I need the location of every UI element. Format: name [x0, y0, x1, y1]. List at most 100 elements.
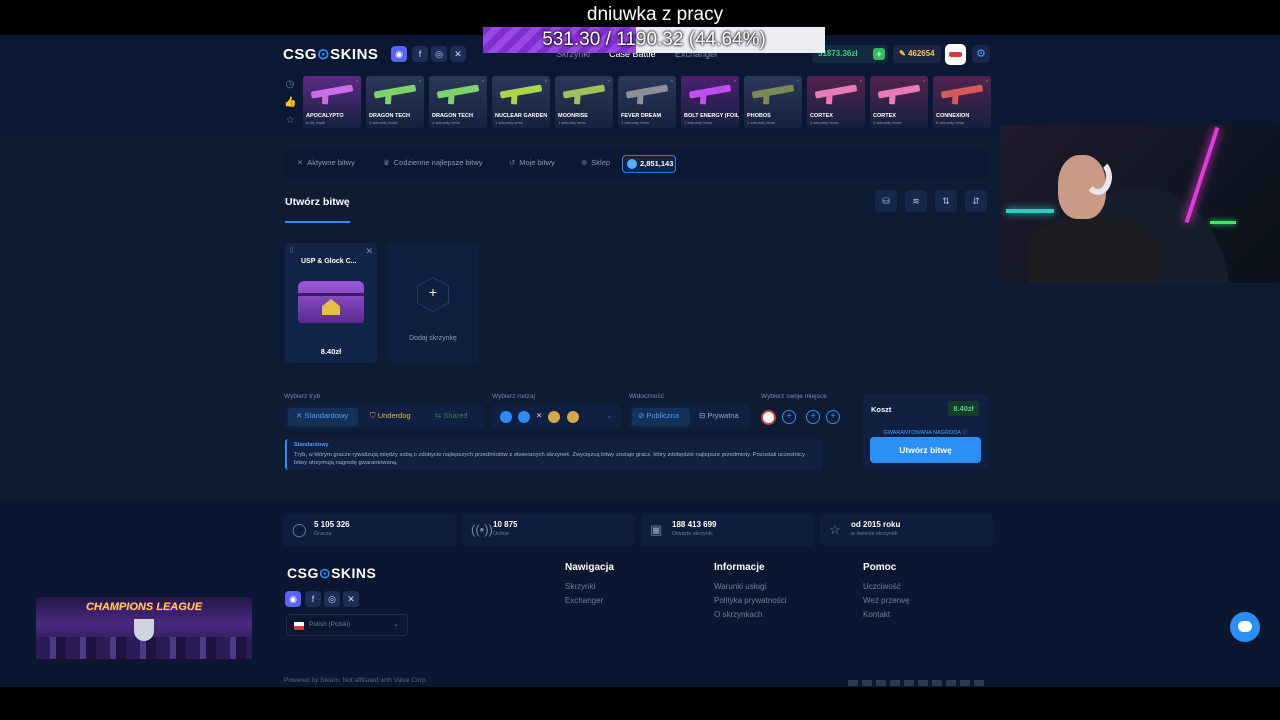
- live-drop-item[interactable]: ▫ NUCLEAR GARDEN 1 sekundy temu: [492, 76, 550, 128]
- discord-icon[interactable]: ◉: [285, 591, 301, 607]
- mode-underdog[interactable]: ⛉ Underdog: [370, 411, 411, 421]
- mode-description: Standardowy Tryb, w którym gracze rywali…: [285, 439, 823, 470]
- drop-name: DRAGON TECH: [432, 113, 473, 119]
- my-seat-avatar[interactable]: [761, 410, 776, 425]
- add-case-button[interactable]: + Dodaj skrzynkę: [387, 243, 479, 363]
- live-drop-item[interactable]: ▫ FEVER DREAM 1 sekundy temu: [618, 76, 676, 128]
- footer-link-about-cases[interactable]: O skrzynkach: [714, 610, 762, 619]
- user-avatar[interactable]: [945, 44, 966, 65]
- footer-link-contact[interactable]: Kontakt: [863, 610, 890, 619]
- seat-3-button[interactable]: +: [806, 410, 820, 424]
- footer-link-exchanger[interactable]: Exchanger: [565, 596, 603, 605]
- live-drop-item[interactable]: ▫ CORTEX 1 sekundy temu: [807, 76, 865, 128]
- webcam-overlay: [1000, 125, 1280, 283]
- sort-asc-icon[interactable]: ⇅: [935, 190, 957, 212]
- plus-icon: +: [428, 284, 438, 300]
- x-icon[interactable]: ✕: [450, 46, 466, 62]
- drop-time: 1 sekundy temu: [495, 120, 524, 125]
- sort-desc-icon[interactable]: ⇵: [965, 190, 987, 212]
- drop-badge-icon: ▫: [985, 78, 988, 85]
- chat-icon[interactable]: [1230, 612, 1260, 642]
- mode-selector: ✕ Standardowy ⛉ Underdog ⇆ Shared: [285, 405, 484, 429]
- case-card[interactable]: ⠿ ✕ USP & Glock C... 8.40zł: [285, 243, 377, 363]
- footer-link-skrzynki[interactable]: Skrzynki: [565, 582, 595, 591]
- save-preset-icon[interactable]: ⛁: [875, 190, 897, 212]
- gems-counter[interactable]: 2,851,143: [622, 155, 676, 173]
- clock-icon[interactable]: ◷: [284, 79, 296, 91]
- visibility-public[interactable]: ⊘ Publiczna: [632, 408, 690, 426]
- x-icon[interactable]: ✕: [343, 591, 359, 607]
- live-drop-item[interactable]: ▫ DRAGON TECH 1 sekundy temu: [429, 76, 487, 128]
- guaranteed-reward-label[interactable]: GWARANTOWANA NAGRODA ⓘ: [863, 428, 988, 436]
- drop-time: 1 sekundy temu: [432, 120, 461, 125]
- tab-shop[interactable]: ⊕ Sklep: [581, 158, 610, 167]
- deposit-icon[interactable]: +: [873, 48, 885, 60]
- layers-icon[interactable]: ≋: [905, 190, 927, 212]
- drop-badge-icon: ▫: [733, 78, 736, 85]
- live-drop-item[interactable]: ▫ MOONRISE 1 sekundy temu: [555, 76, 613, 128]
- discord-icon[interactable]: ◉: [391, 46, 407, 62]
- footer-link-terms[interactable]: Warunki usługi: [714, 582, 766, 591]
- drop-time: 1 sekundy temu: [684, 120, 713, 125]
- seat-4-button[interactable]: +: [826, 410, 840, 424]
- tab-my-battles[interactable]: ↺ Moje bitwy: [509, 158, 555, 167]
- neon-light: [1006, 209, 1054, 213]
- mode-shared[interactable]: ⇆ Shared: [435, 411, 468, 420]
- footer-link-fairness[interactable]: Uczciwość: [863, 582, 901, 591]
- live-drop-item[interactable]: ▫ BOLT ENERGY (FOIL) 1 sekundy temu: [681, 76, 739, 128]
- remove-case-icon[interactable]: ✕: [365, 246, 373, 257]
- language-select[interactable]: Polish (Polski) ⌄: [286, 614, 408, 636]
- footer-logo[interactable]: CSG⊙SKINS: [287, 565, 376, 582]
- instagram-icon[interactable]: ◎: [431, 46, 447, 62]
- trophy-icon: ♛: [383, 158, 390, 167]
- facebook-icon[interactable]: f: [412, 46, 428, 62]
- drop-badge-icon: ▫: [670, 78, 673, 85]
- visibility-private[interactable]: ⊟ Prywatna: [699, 411, 739, 420]
- drag-handle-icon[interactable]: ⠿: [289, 247, 294, 255]
- cost-panel: Koszt 8.40zł GWARANTOWANA NAGRODA ⓘ Utwó…: [863, 394, 988, 469]
- thumbs-up-icon[interactable]: 👍: [284, 97, 296, 109]
- type-selector[interactable]: ✕ ⌄: [492, 405, 621, 429]
- seat-2-button[interactable]: +: [782, 410, 796, 424]
- weapon-image: [940, 84, 984, 99]
- footer-link-privacy[interactable]: Polityka prywatności: [714, 596, 786, 605]
- drop-time: 1 sekundy temu: [810, 120, 839, 125]
- live-drop-item[interactable]: ▫ APOCALYPTO w tej chwili: [303, 76, 361, 128]
- goal-progress-text: 531.30 / 1190.32 (44.64%): [542, 29, 766, 50]
- drop-badge-icon: ▫: [481, 78, 484, 85]
- live-drop-item[interactable]: ▫ DRAGON TECH 1 sekundy temu: [366, 76, 424, 128]
- neon-light: [1184, 126, 1220, 224]
- stat-card: ☆ od 2015 roku w świecie skrzynek: [820, 513, 993, 546]
- star-icon[interactable]: ☆: [284, 115, 296, 127]
- player-icon: [548, 411, 560, 423]
- stat-card: ▣ 188 413 699 Otwarte skrzynki: [641, 513, 814, 546]
- create-battle-button[interactable]: Utwórz bitwę: [870, 437, 981, 463]
- mode-standard[interactable]: ✕ Standardowy: [288, 408, 358, 426]
- versus-icon: ✕: [536, 411, 543, 420]
- weapon-image: [562, 84, 606, 99]
- stat-icon: ((•)): [471, 522, 493, 537]
- instagram-icon[interactable]: ◎: [324, 591, 340, 607]
- drop-time: 1 sekundy temu: [621, 120, 650, 125]
- shield-icon: ⛉: [370, 411, 378, 420]
- chevron-down-icon[interactable]: ⌄: [606, 411, 612, 420]
- poland-flag-icon: [294, 622, 304, 630]
- coins-value: 462654: [907, 49, 935, 58]
- drop-badge-icon: ▫: [418, 78, 421, 85]
- tab-active-battles[interactable]: ✕ Aktywne bitwy: [297, 158, 355, 167]
- live-drop-item[interactable]: ▫ CONNEXION 6 sekundy temu: [933, 76, 991, 128]
- visibility-selector: ⊘ Publiczna ⊟ Prywatna: [629, 405, 750, 429]
- settings-icon[interactable]: ⚙: [972, 45, 990, 63]
- live-drop-item[interactable]: ▫ PHOBOS 1 sekundy temu: [744, 76, 802, 128]
- coins-display[interactable]: ✎ 462654: [893, 45, 941, 63]
- live-drop-item[interactable]: ▫ CORTEX 1 sekundy temu: [870, 76, 928, 128]
- footer-link-take-break[interactable]: Weź przerwę: [863, 596, 910, 605]
- mode-description-title: Standardowy: [294, 442, 329, 448]
- stat-icon: ☆: [829, 522, 841, 537]
- facebook-icon[interactable]: f: [305, 591, 321, 607]
- tab-daily-best[interactable]: ♛ Codzienne najlepsze bitwy: [383, 158, 483, 167]
- drop-name: CORTEX: [873, 113, 896, 119]
- page-title: Utwórz bitwę: [285, 196, 350, 208]
- drop-name: APOCALYPTO: [306, 113, 344, 119]
- site-logo[interactable]: CSG⊙SKINS: [283, 45, 378, 63]
